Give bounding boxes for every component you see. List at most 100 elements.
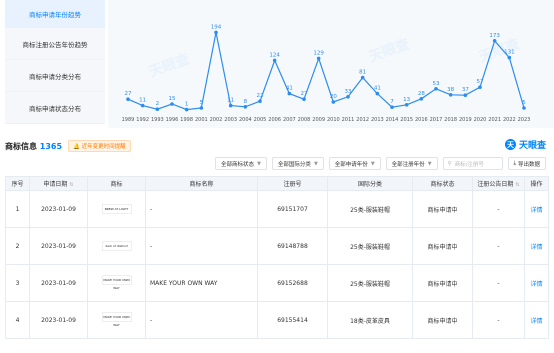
data-label: 124 bbox=[269, 52, 280, 58]
x-tick-label: 2018 bbox=[444, 117, 457, 123]
data-point[interactable] bbox=[258, 99, 262, 103]
sort-icon[interactable]: ⇅ bbox=[515, 182, 519, 188]
apply-date: 2023-01-09 bbox=[29, 190, 88, 228]
data-point[interactable] bbox=[228, 103, 233, 108]
data-point[interactable] bbox=[170, 102, 174, 106]
trademark-status: 商标申请中 bbox=[412, 264, 473, 302]
data-label: 5 bbox=[200, 100, 204, 106]
chevron-down-icon: ▼ bbox=[257, 160, 261, 167]
filter-status[interactable]: 全部商标状态 ▼ bbox=[215, 157, 267, 170]
data-point[interactable] bbox=[184, 107, 189, 112]
data-point[interactable] bbox=[522, 106, 526, 110]
x-tick-label: 2005 bbox=[254, 117, 267, 123]
detail-link[interactable]: 详情 bbox=[524, 301, 549, 339]
data-point[interactable] bbox=[434, 87, 438, 91]
data-point[interactable] bbox=[360, 75, 365, 80]
data-point[interactable] bbox=[214, 30, 218, 35]
data-point[interactable] bbox=[404, 103, 409, 107]
data-label: 57 bbox=[477, 79, 484, 85]
intl-class: 25类-服装鞋帽 bbox=[327, 264, 413, 302]
data-point[interactable] bbox=[272, 58, 277, 63]
export-button[interactable]: ⤓ 导出数据 bbox=[507, 157, 546, 170]
data-point[interactable] bbox=[155, 107, 160, 111]
data-label: 7 bbox=[390, 99, 394, 105]
data-point[interactable] bbox=[302, 97, 306, 101]
data-label: 13 bbox=[403, 97, 410, 103]
data-point[interactable] bbox=[287, 91, 292, 96]
trademark-logo[interactable]: MAKE YOUR OWN WAY bbox=[87, 264, 146, 302]
nav-registration-year-trend[interactable]: 商标注册公告年份趋势 bbox=[5, 28, 105, 60]
row-index: 2 bbox=[5, 227, 30, 265]
trademark-status: 商标申请中 bbox=[412, 190, 473, 228]
apply-date: 2023-01-09 bbox=[29, 264, 88, 302]
col-header: 商标状态 bbox=[412, 176, 473, 191]
x-tick-label: 2007 bbox=[283, 117, 296, 123]
search-input[interactable]: ⚲ 商标/注册号 bbox=[442, 157, 503, 170]
intl-class: 25类-服装鞋帽 bbox=[327, 227, 413, 265]
x-tick-label: 2006 bbox=[268, 117, 281, 123]
reg-number: 69152688 bbox=[257, 264, 328, 302]
pub-date: - bbox=[472, 301, 525, 339]
col-header: 操作 bbox=[524, 176, 549, 191]
intl-class: 25类-服装鞋帽 bbox=[327, 190, 413, 228]
pub-date: - bbox=[472, 190, 525, 228]
data-label: 27 bbox=[301, 91, 308, 97]
data-label: 5 bbox=[522, 100, 526, 106]
table-header-row: 序号 申请日期 ⇅ 商标 商标名称 注册号 国际分类 商标状态 注册公告日期 ⇅… bbox=[5, 176, 549, 191]
chevron-down-icon: ▼ bbox=[427, 160, 432, 167]
filter-apply-year[interactable]: 全部申请年份 ▼ bbox=[328, 157, 381, 170]
data-point[interactable] bbox=[375, 91, 380, 96]
trademark-logo[interactable]: MAKE YOUR OWN WAY bbox=[87, 301, 146, 339]
trend-side-nav: 商标申请年份趋势 商标注册公告年份趋势 商标申请分类分布 商标申请状态分布 bbox=[5, 0, 105, 128]
col-header[interactable]: 申请日期 ⇅ bbox=[29, 176, 88, 191]
x-tick-label: 1989 bbox=[122, 117, 135, 123]
filter-reg-year[interactable]: 全部注册年份 ▼ bbox=[385, 157, 438, 170]
trademark-logo[interactable]: dark of distinct bbox=[87, 227, 146, 265]
table-row: 3 2023-01-09 MAKE YOUR OWN WAY MAKE YOUR OW… bbox=[5, 264, 549, 302]
trademark-image[interactable]: BREW AT LIGHT bbox=[101, 204, 132, 214]
data-point[interactable] bbox=[140, 103, 145, 108]
trademark-count: 1365 bbox=[39, 141, 63, 151]
data-point[interactable] bbox=[463, 93, 468, 97]
logo-icon: 天 bbox=[504, 139, 516, 150]
nav-status-distribution[interactable]: 商标申请状态分布 bbox=[5, 92, 105, 124]
data-point[interactable] bbox=[346, 95, 350, 99]
detail-link[interactable]: 详情 bbox=[524, 264, 549, 302]
x-tick-label: 2002 bbox=[210, 117, 223, 123]
data-label: 22 bbox=[257, 93, 264, 99]
data-label: 194 bbox=[211, 24, 222, 30]
data-label: 33 bbox=[345, 89, 352, 95]
col-header: 商标 bbox=[87, 176, 146, 191]
detail-link[interactable]: 详情 bbox=[524, 227, 549, 265]
x-tick-label: 2001 bbox=[195, 117, 208, 123]
data-point[interactable] bbox=[390, 105, 394, 109]
col-header: 国际分类 bbox=[327, 176, 413, 191]
trademark-image[interactable]: dark of distinct bbox=[101, 241, 132, 251]
data-point[interactable] bbox=[478, 85, 482, 89]
trademark-image[interactable]: MAKE YOUR OWN WAY bbox=[101, 275, 132, 290]
apply-date: 2023-01-09 bbox=[29, 301, 88, 339]
detail-link[interactable]: 详情 bbox=[524, 190, 549, 228]
nav-application-year-trend[interactable]: 商标申请年份趋势 bbox=[5, 0, 105, 28]
data-point[interactable] bbox=[199, 106, 204, 110]
data-point[interactable] bbox=[448, 93, 453, 97]
sort-icon[interactable]: ⇅ bbox=[69, 182, 73, 188]
x-tick-label: 2016 bbox=[415, 117, 428, 123]
table-row: 4 2023-01-09 MAKE YOUR OWN WAY -69155414 18类… bbox=[5, 301, 549, 339]
x-tick-label: 2022 bbox=[503, 117, 516, 123]
trademark-image[interactable]: MAKE YOUR OWN WAY bbox=[101, 312, 132, 327]
data-point[interactable] bbox=[419, 97, 424, 101]
trend-section: 商标申请年份趋势 商标注册公告年份趋势 商标申请分类分布 商标申请状态分布 天眼… bbox=[0, 0, 554, 128]
trademark-logo[interactable]: BREW AT LIGHT bbox=[87, 190, 146, 228]
pub-date: - bbox=[472, 227, 525, 265]
data-point[interactable] bbox=[243, 105, 248, 109]
data-point[interactable] bbox=[316, 56, 321, 61]
x-tick-label: 1996 bbox=[166, 117, 179, 123]
filter-class[interactable]: 全部国际分类 ▼ bbox=[271, 157, 324, 170]
nav-class-distribution[interactable]: 商标申请分类分布 bbox=[5, 60, 105, 92]
data-point[interactable] bbox=[331, 100, 336, 104]
data-label: 8 bbox=[244, 99, 248, 105]
change-reminder-badge[interactable]: 🔔 近年变更时间提醒 bbox=[68, 140, 131, 152]
col-header[interactable]: 注册公告日期 ⇅ bbox=[472, 176, 525, 191]
data-point[interactable] bbox=[126, 97, 130, 101]
